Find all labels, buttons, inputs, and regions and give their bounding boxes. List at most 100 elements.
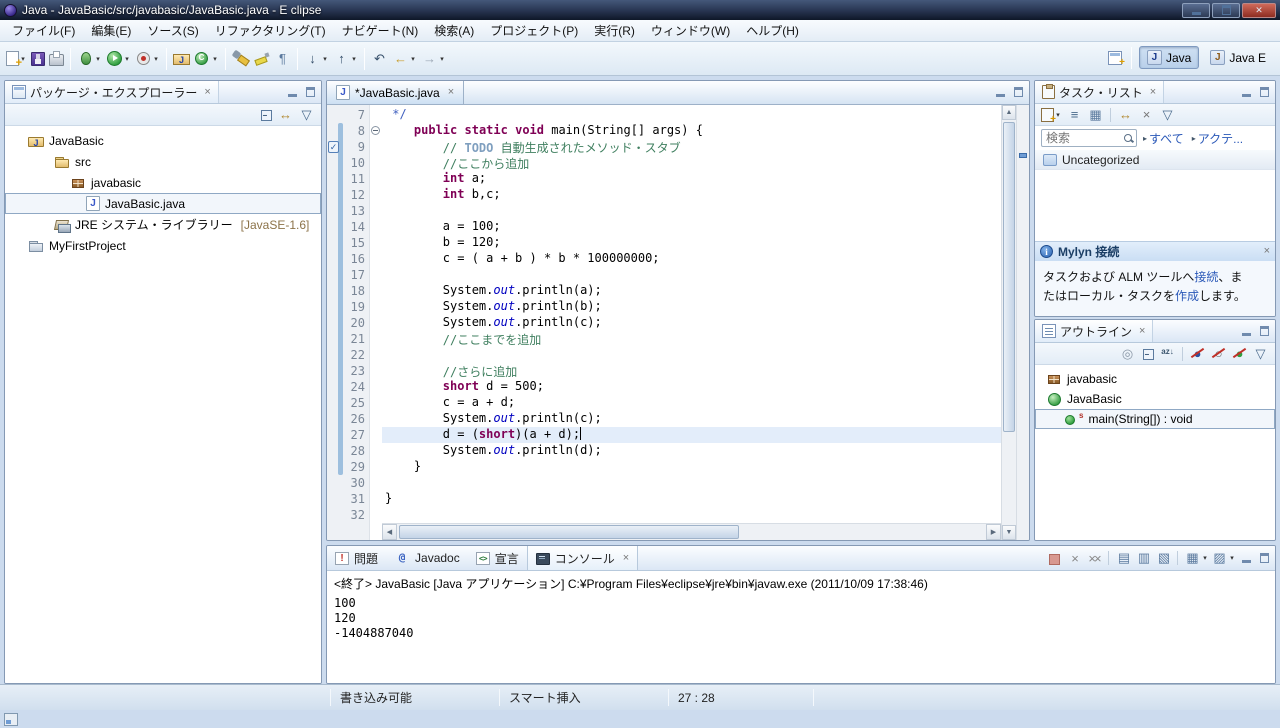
prev-annotation-button[interactable]: ↑▾ [331,48,360,69]
vertical-scroll-thumb[interactable] [1003,122,1015,432]
remove-all-launches-button[interactable]: ×× [1085,550,1103,567]
close-view-icon[interactable]: × [1139,326,1145,337]
forward-button[interactable]: →▾ [419,48,448,69]
dropdown-arrow-icon[interactable]: ▾ [1200,554,1208,562]
search-icon[interactable] [1122,132,1135,145]
code-line[interactable]: int a; [382,171,1001,187]
tree-item[interactable]: JavaBasic [1035,389,1275,409]
code-line[interactable]: a = 100; [382,219,1001,235]
editor-tab[interactable]: *JavaBasic.java × [327,81,464,104]
menubar-item[interactable]: プロジェクト(P) [482,19,586,42]
task-list-tab[interactable]: タスク・リスト × [1035,81,1164,103]
hide-fields-button[interactable]: ● [1188,345,1207,362]
maximize-view-icon[interactable] [1257,325,1272,338]
code-line[interactable]: int b,c; [382,187,1001,203]
code-line[interactable]: short d = 500; [382,379,1001,395]
code-line[interactable]: } [382,459,1001,475]
perspective-javae-button[interactable]: Java E [1202,46,1274,69]
maximize-view-icon[interactable] [303,86,318,99]
tree-item[interactable]: src [5,151,321,172]
task-marker-icon[interactable] [328,141,339,153]
code-line[interactable]: c = a + d; [382,395,1001,411]
show-whitespace-button[interactable]: ¶ [272,48,293,69]
code-line[interactable] [382,475,1001,491]
close-tab-icon[interactable]: × [623,553,629,564]
console-tab[interactable]: コンソール× [527,546,638,570]
task-category-row[interactable]: Uncategorized [1035,150,1275,170]
save-button[interactable] [29,50,47,68]
dropdown-arrow-icon[interactable]: ▾ [211,55,219,63]
console-tab[interactable]: 宣言 [468,546,527,570]
dropdown-arrow-icon[interactable]: ▾ [350,55,358,63]
run-button[interactable]: ▾ [104,48,133,69]
dropdown-arrow-icon[interactable]: ▾ [1227,554,1235,562]
perspective-java-button[interactable]: Java [1139,46,1199,69]
maximize-editor-icon[interactable] [1011,86,1026,99]
coverage-button[interactable]: ▾ [133,48,162,69]
delete-task-button[interactable]: × [1137,106,1156,123]
minimize-editor-icon[interactable] [993,86,1008,99]
package-explorer-tab[interactable]: パッケージ・エクスプローラー × [5,81,219,103]
view-menu-button[interactable]: ▽ [297,106,316,123]
tree-item[interactable]: MyFirstProject [5,235,321,256]
view-menu-button[interactable]: ▽ [1158,106,1177,123]
menubar-item[interactable]: ファイル(F) [4,19,83,42]
new-java-project-button[interactable] [171,48,192,69]
new-task-button[interactable]: ▾ [1040,106,1063,123]
scroll-lock-button[interactable]: ▥ [1134,550,1152,567]
minimize-view-icon[interactable] [1239,552,1254,565]
focus-active-task-button[interactable]: ◎ [1118,345,1137,362]
last-edit-location-button[interactable]: ↶ [369,48,390,69]
tree-item[interactable]: javabasic [5,172,321,193]
outline-tab[interactable]: アウトライン × [1035,320,1153,342]
code-editor[interactable]: */ public static void main(String[] args… [382,105,1001,523]
code-line[interactable]: b = 120; [382,235,1001,251]
close-button[interactable]: ✕ [1242,3,1276,18]
next-annotation-button[interactable]: ↓▾ [302,48,331,69]
filter-link[interactable]: アクテ... [1198,130,1243,147]
code-line[interactable]: System.out.println(c); [382,315,1001,331]
categorized-view-button[interactable]: ≡ [1065,106,1084,123]
menubar-item[interactable]: 検索(A) [426,19,482,42]
tree-item[interactable]: JavaBasic.java [5,193,321,214]
console-tab[interactable]: Javadoc [386,546,468,570]
console-output-area[interactable]: <終了> JavaBasic [Java アプリケーション] C:¥Progra… [327,571,1275,683]
collapse-all-button[interactable] [257,106,274,123]
mylyn-link[interactable]: 接続 [1194,270,1218,284]
scroll-down-icon[interactable]: ▼ [1002,525,1016,540]
minimize-view-icon[interactable] [1239,325,1254,338]
minimize-button[interactable] [1182,3,1210,18]
close-editor-icon[interactable]: × [448,87,454,98]
annotation-ruler[interactable] [327,105,343,540]
console-tab[interactable]: 問題 [327,546,386,570]
back-button[interactable]: ←▾ [390,48,419,69]
dropdown-arrow-icon[interactable]: ▾ [152,55,160,63]
overview-ruler[interactable] [1016,105,1029,540]
clear-console-button[interactable]: ▤ [1114,550,1132,567]
dropdown-arrow-icon[interactable]: ▾ [321,55,329,63]
mark-occurrences-button[interactable] [251,48,272,69]
open-console-button[interactable]: ▨▾ [1210,550,1235,567]
task-filter[interactable]: ▸アクテ... [1192,130,1243,147]
collapse-fold-icon[interactable] [371,126,380,135]
terminate-button[interactable] [1045,550,1063,567]
fast-view-icon[interactable] [4,713,18,726]
line-number-ruler[interactable]: 7891011121314151617181920212223242526272… [343,105,369,540]
new-class-button[interactable]: ▾ [192,48,221,69]
code-line[interactable] [382,507,1001,523]
tree-item[interactable]: smain(String[]) : void [1035,409,1275,429]
tree-item[interactable]: javabasic [1035,369,1275,389]
scroll-up-icon[interactable]: ▲ [1002,105,1016,120]
dropdown-arrow-icon[interactable]: ▾ [123,55,131,63]
code-line[interactable]: //ここまでを追加 [382,331,1001,347]
close-view-icon[interactable]: × [204,87,210,98]
vertical-scrollbar[interactable]: ▲ ▼ [1001,105,1016,540]
horizontal-scrollbar[interactable]: ◀ ▶ [382,523,1001,540]
task-filter[interactable]: ▸すべて [1143,130,1184,147]
mylyn-link[interactable]: 作成 [1175,289,1199,303]
display-console-button[interactable]: ▦▾ [1183,550,1208,567]
code-line[interactable]: d = (short)(a + d); [382,427,1001,443]
task-overview-marker[interactable] [1019,153,1027,158]
view-menu-button[interactable]: ▽ [1251,345,1270,362]
minimize-view-icon[interactable] [1239,86,1254,99]
